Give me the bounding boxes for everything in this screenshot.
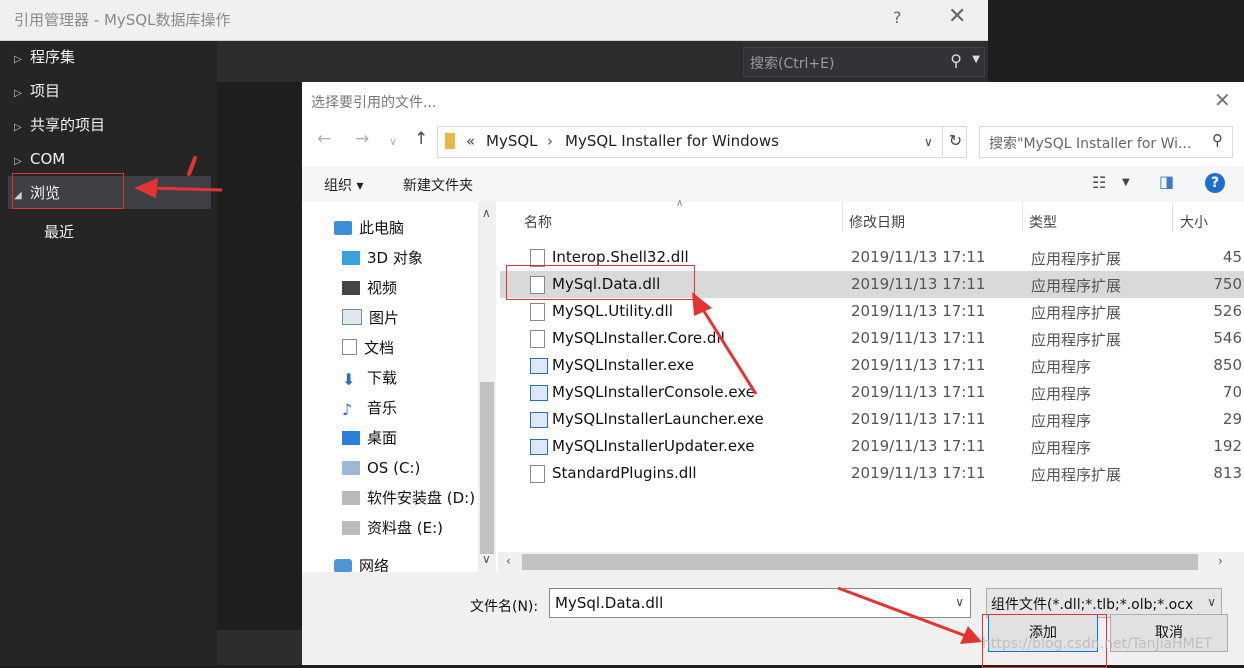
annotation-arrows [134,156,982,644]
annotation-arrow-dll [692,292,758,395]
annotation-arrow-add [837,586,982,644]
annotation-arrow-browse [134,156,223,198]
